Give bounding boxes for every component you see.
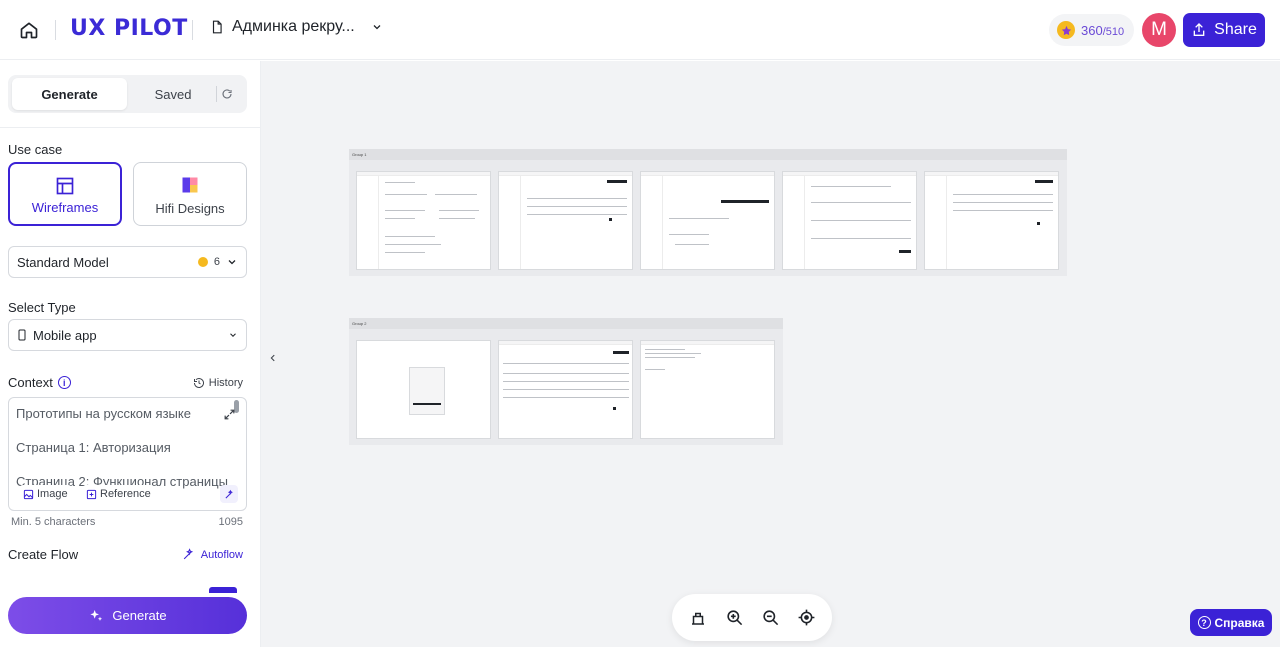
context-label: Context bbox=[8, 375, 53, 390]
file-icon bbox=[212, 20, 222, 34]
create-flow-toggle[interactable] bbox=[209, 587, 237, 593]
create-flow-label: Create Flow bbox=[8, 547, 79, 562]
wireframe-thumbnail[interactable] bbox=[498, 171, 633, 270]
image-chip-label: Image bbox=[37, 488, 68, 500]
context-line: Страница 1: Авторизация bbox=[16, 440, 171, 455]
reference-chip[interactable]: Reference bbox=[82, 485, 155, 503]
type-select[interactable]: Mobile app bbox=[8, 319, 247, 351]
generate-label: Generate bbox=[112, 608, 167, 623]
divider bbox=[55, 20, 56, 40]
sparkle-icon bbox=[90, 609, 103, 621]
wireframe-thumbnail[interactable] bbox=[640, 340, 775, 439]
mode-tabs: Generate Saved bbox=[8, 75, 247, 113]
top-bar: UX PILOT Админка рекру... 360/510 M Shar… bbox=[0, 0, 1280, 60]
avatar[interactable]: M bbox=[1142, 13, 1176, 47]
coin-icon bbox=[197, 257, 208, 267]
divider bbox=[0, 127, 260, 128]
image-icon bbox=[23, 489, 34, 499]
mobile-icon bbox=[18, 329, 26, 341]
divider bbox=[192, 20, 193, 40]
context-textarea[interactable]: Прототипы на русском языке Страница 1: А… bbox=[8, 397, 247, 511]
use-case-label: Use case bbox=[8, 142, 63, 157]
tab-generate[interactable]: Generate bbox=[12, 78, 127, 110]
info-icon[interactable]: i bbox=[57, 376, 71, 389]
share-icon bbox=[1193, 23, 1205, 36]
sidebar: Generate Saved Use case Wireframes Hifi … bbox=[0, 61, 261, 647]
autoflow-label: Autoflow bbox=[200, 548, 243, 561]
context-header: Context i History bbox=[8, 375, 243, 390]
wireframe-thumbnail[interactable] bbox=[782, 171, 917, 270]
use-case-label-wireframes: Wireframes bbox=[31, 200, 99, 215]
hifi-design-icon bbox=[182, 177, 198, 193]
help-button[interactable]: ? Справка bbox=[1190, 609, 1272, 636]
wireframe-thumbnail[interactable] bbox=[356, 340, 491, 439]
question-icon: ? bbox=[1197, 616, 1211, 629]
refresh-icon[interactable] bbox=[218, 85, 236, 103]
group-name: Group 1 bbox=[352, 152, 367, 157]
model-select[interactable]: Standard Model 6 bbox=[8, 246, 247, 278]
history-label: History bbox=[208, 376, 243, 389]
credits-total: /510 bbox=[1102, 25, 1125, 38]
use-case-hifi[interactable]: Hifi Designs bbox=[133, 162, 247, 226]
group-header: Group 2 bbox=[349, 318, 783, 329]
frame-group[interactable]: Group 1 bbox=[349, 149, 1067, 276]
image-chip[interactable]: Image bbox=[19, 485, 72, 503]
create-flow-row: Create Flow Autoflow bbox=[8, 547, 243, 562]
char-counter: Min. 5 characters 1095 bbox=[11, 516, 243, 528]
reference-icon bbox=[86, 489, 97, 499]
zoom-in-icon[interactable] bbox=[722, 606, 746, 630]
wireframe-thumbnail[interactable] bbox=[640, 171, 775, 270]
enhance-prompt-icon[interactable] bbox=[220, 485, 238, 503]
generate-button[interactable]: Generate bbox=[8, 597, 247, 634]
project-selector[interactable]: Админка рекру... bbox=[210, 18, 383, 36]
tab-saved[interactable]: Saved bbox=[138, 78, 208, 110]
autoflow-button[interactable]: Autoflow bbox=[182, 548, 243, 561]
group-name: Group 2 bbox=[352, 321, 367, 326]
expand-icon[interactable] bbox=[223, 408, 236, 426]
zoom-toolbar bbox=[672, 594, 832, 641]
wireframe-thumbnail[interactable] bbox=[498, 340, 633, 439]
share-button[interactable]: Share bbox=[1183, 13, 1265, 47]
use-case-wireframes[interactable]: Wireframes bbox=[8, 162, 122, 226]
wireframe-icon bbox=[56, 177, 74, 195]
chevron-down-icon bbox=[228, 260, 236, 265]
home-icon[interactable] bbox=[16, 17, 42, 43]
coin-icon bbox=[1057, 21, 1075, 39]
chevron-down-icon bbox=[373, 25, 381, 30]
credits-badge[interactable]: 360/510 bbox=[1049, 14, 1135, 46]
organize-icon[interactable] bbox=[686, 606, 710, 630]
select-type-label: Select Type bbox=[8, 300, 76, 315]
group-header: Group 1 bbox=[349, 149, 1067, 160]
project-title: Админка рекру... bbox=[232, 18, 355, 35]
frame-group[interactable]: Group 2 bbox=[349, 318, 783, 445]
min-chars-hint: Min. 5 characters bbox=[11, 516, 96, 528]
context-line: Прототипы на русском языке bbox=[16, 406, 191, 421]
zoom-out-icon[interactable] bbox=[758, 606, 782, 630]
model-cost: 6 bbox=[213, 256, 220, 268]
char-count: 1095 bbox=[218, 516, 243, 528]
reference-chip-label: Reference bbox=[100, 488, 151, 500]
chevron-down-icon bbox=[230, 333, 236, 337]
use-case-label-hifi: Hifi Designs bbox=[155, 201, 225, 216]
type-value: Mobile app bbox=[33, 327, 97, 343]
wireframe-thumbnail[interactable] bbox=[924, 171, 1059, 270]
logo: UX PILOT bbox=[70, 16, 188, 41]
credits-used: 360 bbox=[1081, 22, 1103, 38]
wireframe-thumbnail[interactable] bbox=[356, 171, 491, 270]
autoflow-icon bbox=[183, 548, 193, 560]
recenter-icon[interactable] bbox=[794, 606, 818, 630]
help-label: Справка bbox=[1214, 615, 1265, 630]
history-icon bbox=[193, 377, 204, 388]
share-label: Share bbox=[1214, 21, 1257, 38]
history-button[interactable]: History bbox=[193, 377, 243, 389]
collapse-sidebar-icon[interactable] bbox=[266, 350, 280, 366]
model-value: Standard Model bbox=[17, 254, 109, 270]
divider bbox=[216, 86, 217, 102]
